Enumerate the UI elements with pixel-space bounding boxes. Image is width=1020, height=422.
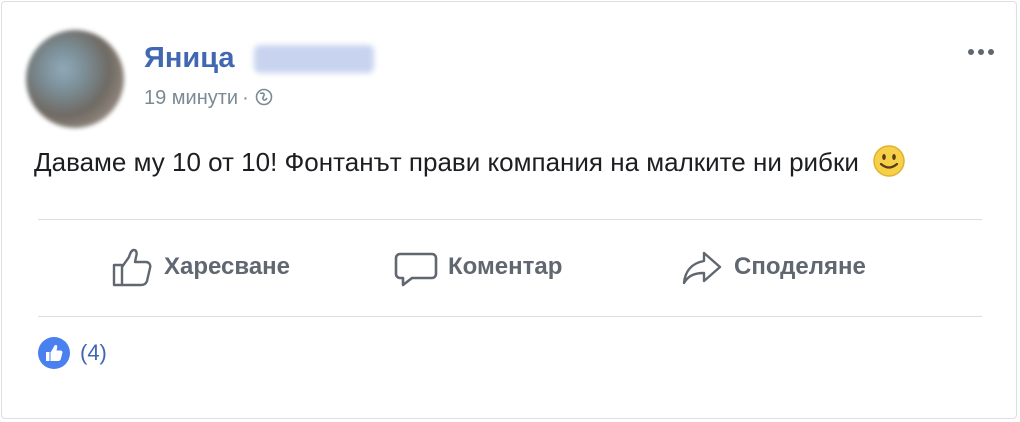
like-button[interactable]: Харесване [110, 232, 290, 302]
more-options-icon[interactable] [964, 42, 1000, 62]
globe-icon[interactable] [255, 88, 273, 106]
post-text: Даваме му 10 от 10! Фонтанът прави компа… [34, 145, 906, 179]
thumbs-up-icon [112, 248, 152, 287]
share-arrow-icon [682, 251, 722, 285]
share-button[interactable]: Споделяне [680, 232, 866, 302]
comment-label: Коментар [448, 253, 563, 280]
like-reaction-icon [38, 337, 70, 369]
divider-bottom [38, 316, 982, 317]
timestamp[interactable]: 19 минути [144, 87, 238, 109]
post-meta: 19 минути · [144, 86, 273, 110]
comment-icon [394, 252, 438, 287]
avatar[interactable] [26, 30, 124, 128]
share-label: Споделяне [734, 253, 866, 280]
post-message: Даваме му 10 от 10! Фонтанът прави компа… [34, 147, 859, 177]
action-bar: Харесване Коментар Споделяне [38, 232, 982, 302]
like-label: Харесване [164, 253, 291, 280]
author-header: Яница [144, 40, 374, 76]
smile-emoji-icon [872, 144, 906, 178]
reaction-count[interactable]: (4) [80, 340, 107, 366]
post-card: Яница 19 минути · Даваме му 10 от 10! Фон… [1, 1, 1017, 419]
comment-button[interactable]: Коментар [394, 232, 562, 302]
author-surname-redacted [254, 45, 374, 73]
author-name[interactable]: Яница [144, 42, 235, 74]
reactions-summary[interactable]: (4) [38, 336, 107, 370]
meta-separator: · [242, 87, 249, 109]
divider-top [38, 219, 982, 220]
